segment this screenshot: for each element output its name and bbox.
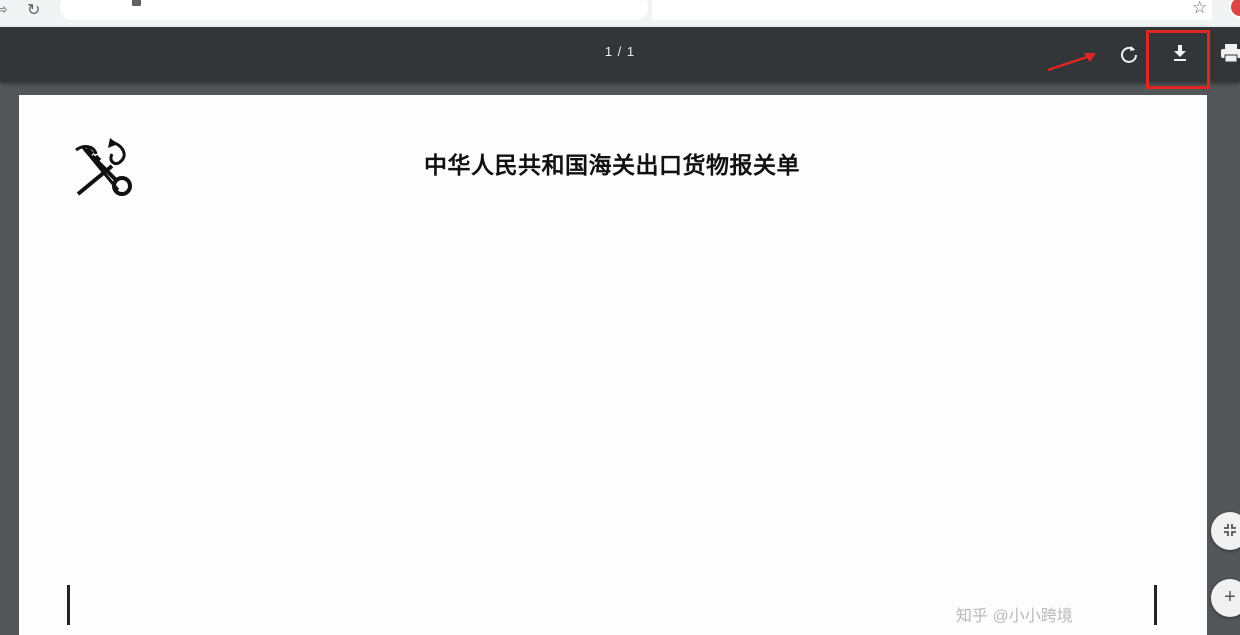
annotation-highlight-box xyxy=(1146,30,1210,89)
reload-icon[interactable]: ↻ xyxy=(27,0,40,20)
bookmark-star-icon[interactable]: ☆ xyxy=(1192,0,1207,18)
annotation-arrow-icon xyxy=(1047,53,1096,72)
lock-icon xyxy=(132,0,141,6)
print-icon[interactable] xyxy=(1219,41,1240,65)
customs-emblem-icon xyxy=(75,138,132,196)
browser-top-bar: ⇨ ↻ ☆ xyxy=(0,0,1240,27)
forward-arrow-icon[interactable]: ⇨ xyxy=(0,1,8,18)
fit-to-page-icon xyxy=(1221,521,1239,544)
profile-avatar-icon[interactable] xyxy=(1229,0,1240,18)
document-title: 中华人民共和国海关出口货物报关单 xyxy=(424,152,800,179)
table-border-right xyxy=(1154,585,1157,625)
address-bar-extension xyxy=(652,0,1212,20)
rotate-icon[interactable] xyxy=(1116,41,1142,67)
fit-to-page-button[interactable] xyxy=(1211,512,1240,550)
watermark: 知乎 @小小跨境 xyxy=(956,608,1073,625)
address-bar[interactable] xyxy=(60,0,648,20)
zoom-in-button[interactable]: + xyxy=(1211,579,1240,617)
table-border-left xyxy=(67,585,70,625)
